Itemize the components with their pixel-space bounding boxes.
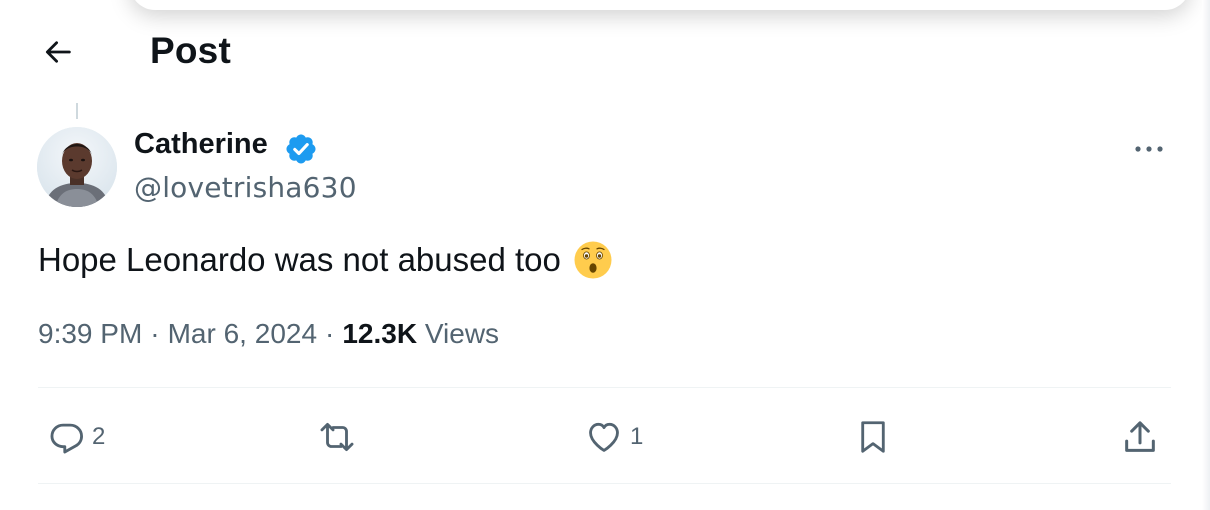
more-options-button[interactable] — [1128, 132, 1170, 166]
views-count: 12.3K — [342, 318, 418, 349]
like-count: 1 — [630, 423, 644, 450]
avatar[interactable] — [37, 127, 117, 207]
arrow-left-icon — [45, 41, 71, 63]
reply-icon — [50, 423, 83, 454]
divider-bottom — [38, 483, 1171, 484]
verified-badge-icon — [286, 134, 316, 164]
more-horizontal-icon — [1135, 146, 1163, 152]
meta-separator: · — [150, 318, 160, 349]
share-icon — [1125, 421, 1155, 452]
top-card-shadow — [130, 0, 1190, 10]
meta-separator: · — [325, 318, 335, 349]
back-button[interactable] — [38, 32, 78, 72]
author-handle[interactable]: @lovetrisha630 — [134, 171, 357, 204]
share-button[interactable] — [1120, 416, 1160, 458]
profile-photo — [37, 127, 117, 207]
right-edge — [1202, 0, 1210, 510]
post-text: Hope Leonardo was not abused too — [38, 240, 613, 280]
repost-button[interactable] — [314, 416, 366, 458]
page-title: Post — [150, 30, 231, 71]
post-text-content: Hope Leonardo was not abused too — [38, 241, 561, 278]
post-time[interactable]: 9:39 PM — [38, 318, 142, 349]
post-page: Post Catherine @lovetrisha630 Hope Leona… — [0, 0, 1210, 510]
views-label: Views — [424, 318, 500, 349]
bookmark-button[interactable] — [854, 416, 892, 458]
bookmark-icon — [861, 421, 885, 453]
like-button[interactable]: 1 — [584, 416, 643, 458]
repost-icon — [320, 422, 354, 452]
post-meta: 9:39 PM · Mar 6, 2024 · 12.3K Views — [38, 318, 499, 350]
author-display-name[interactable]: Catherine — [134, 128, 268, 161]
reply-button[interactable]: 2 — [48, 416, 105, 458]
reply-count: 2 — [92, 423, 106, 450]
astonished-face-icon — [574, 241, 612, 279]
post-date[interactable]: Mar 6, 2024 — [168, 318, 317, 349]
divider-top — [38, 387, 1171, 388]
heart-icon — [589, 422, 619, 452]
thread-line — [76, 103, 78, 119]
